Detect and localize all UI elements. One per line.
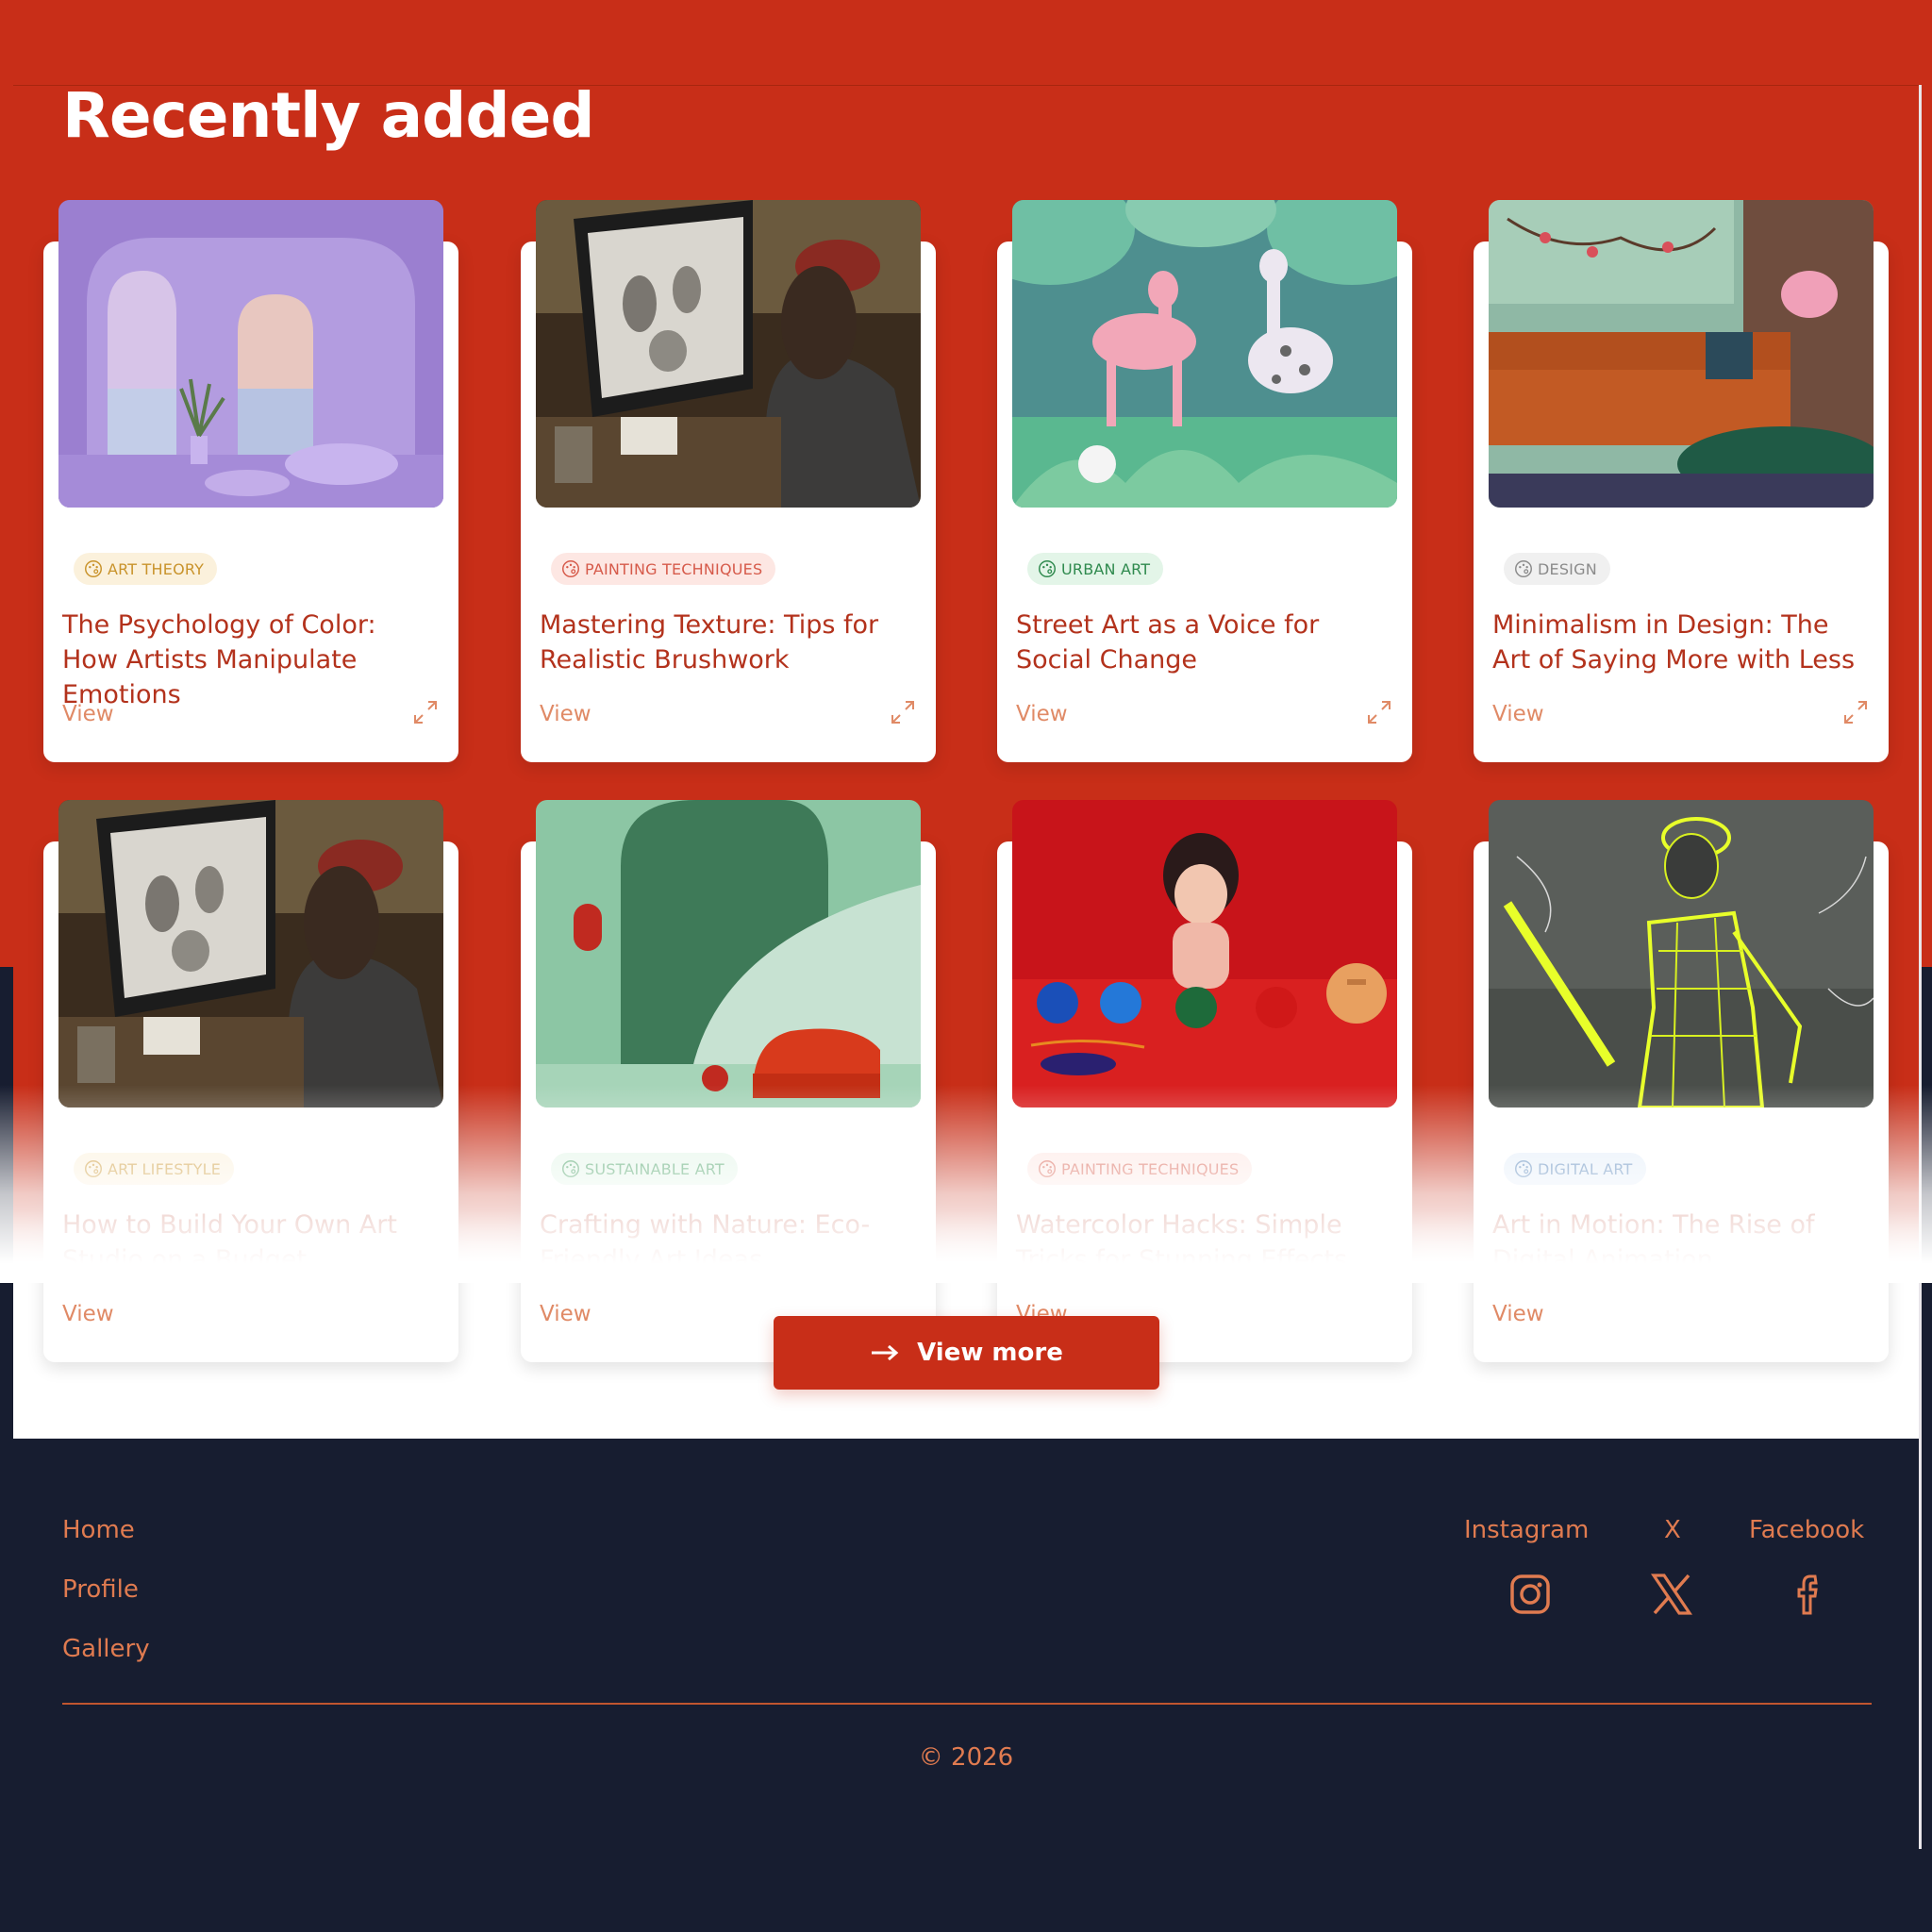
- card-title[interactable]: Mastering Texture: Tips for Realistic Br…: [540, 608, 917, 677]
- card-title[interactable]: Art in Motion: The Rise of Digital Anima…: [1492, 1208, 1870, 1277]
- article-card[interactable]: ART THEORY The Psychology of Color: How …: [43, 200, 458, 762]
- card-image[interactable]: [1489, 200, 1874, 508]
- expand-icon[interactable]: [409, 696, 441, 728]
- card-image[interactable]: [536, 800, 921, 1108]
- social-label-facebook[interactable]: Facebook: [1749, 1516, 1864, 1544]
- card-title[interactable]: Minimalism in Design: The Art of Saying …: [1492, 608, 1870, 677]
- category-badge[interactable]: ART LIFESTYLE: [74, 1153, 235, 1185]
- card-image[interactable]: [1012, 800, 1397, 1108]
- category-badge[interactable]: DESIGN: [1504, 553, 1610, 585]
- category-badge[interactable]: DIGITAL ART: [1504, 1153, 1646, 1185]
- badge-label: DIGITAL ART: [1538, 1159, 1633, 1178]
- view-link[interactable]: View: [540, 702, 591, 726]
- section-title: Recently added: [62, 79, 595, 152]
- x-icon[interactable]: [1648, 1571, 1695, 1618]
- card-title[interactable]: How to Build Your Own Art Studio on a Bu…: [62, 1208, 440, 1277]
- badge-label: PAINTING TECHNIQUES: [1061, 1159, 1240, 1178]
- card-image[interactable]: [58, 200, 443, 508]
- palette-icon: [1515, 1160, 1532, 1177]
- expand-icon[interactable]: [1840, 696, 1872, 728]
- social-label-x[interactable]: X: [1664, 1516, 1681, 1544]
- article-card[interactable]: PAINTING TECHNIQUES Watercolor Hacks: Si…: [997, 800, 1412, 1362]
- article-card[interactable]: PAINTING TECHNIQUES Mastering Texture: T…: [521, 200, 936, 762]
- palette-icon: [1039, 560, 1056, 577]
- card-image[interactable]: [58, 800, 443, 1108]
- palette-icon: [85, 1160, 102, 1177]
- badge-label: URBAN ART: [1061, 559, 1151, 578]
- article-card[interactable]: DESIGN Minimalism in Design: The Art of …: [1474, 200, 1889, 762]
- category-badge[interactable]: URBAN ART: [1027, 553, 1164, 585]
- badge-label: ART LIFESTYLE: [108, 1159, 222, 1178]
- badge-label: PAINTING TECHNIQUES: [585, 559, 763, 578]
- facebook-icon[interactable]: [1787, 1571, 1834, 1618]
- category-badge[interactable]: ART THEORY: [74, 553, 218, 585]
- scrollbar-track[interactable]: [1919, 85, 1922, 1849]
- footer-link-profile[interactable]: Profile: [62, 1575, 139, 1604]
- view-link[interactable]: View: [1492, 702, 1544, 726]
- social-label-instagram[interactable]: Instagram: [1464, 1516, 1589, 1544]
- arrow-right-icon: [872, 1344, 899, 1361]
- view-more-button[interactable]: View more: [774, 1316, 1159, 1390]
- view-link[interactable]: View: [1492, 1302, 1544, 1326]
- card-title[interactable]: Street Art as a Voice for Social Change: [1016, 608, 1393, 677]
- article-card[interactable]: SUSTAINABLE ART Crafting with Nature: Ec…: [521, 800, 936, 1362]
- footer-link-gallery[interactable]: Gallery: [62, 1635, 150, 1663]
- view-link[interactable]: View: [62, 1302, 114, 1326]
- footer-link-home[interactable]: Home: [62, 1516, 135, 1544]
- card-title[interactable]: The Psychology of Color: How Artists Man…: [62, 608, 440, 712]
- badge-label: SUSTAINABLE ART: [585, 1159, 724, 1178]
- copyright: © 2026: [918, 1743, 1014, 1772]
- view-more-label: View more: [917, 1339, 1063, 1367]
- badge-label: ART THEORY: [108, 559, 205, 578]
- article-card[interactable]: URBAN ART Street Art as a Voice for Soci…: [997, 200, 1412, 762]
- view-link[interactable]: View: [1016, 702, 1068, 726]
- palette-icon: [1039, 1160, 1056, 1177]
- category-badge[interactable]: PAINTING TECHNIQUES: [551, 553, 776, 585]
- footer-divider: [62, 1703, 1872, 1705]
- view-link[interactable]: View: [540, 1302, 591, 1326]
- view-link[interactable]: View: [62, 702, 114, 726]
- instagram-icon[interactable]: [1507, 1571, 1554, 1618]
- card-image[interactable]: [536, 200, 921, 508]
- card-image[interactable]: [1012, 200, 1397, 508]
- palette-icon: [562, 560, 579, 577]
- palette-icon: [562, 1160, 579, 1177]
- badge-label: DESIGN: [1538, 559, 1597, 578]
- article-card[interactable]: DIGITAL ART Art in Motion: The Rise of D…: [1474, 800, 1889, 1362]
- card-title[interactable]: Crafting with Nature: Eco-Friendly Art I…: [540, 1208, 917, 1277]
- expand-icon[interactable]: [887, 696, 919, 728]
- category-badge[interactable]: SUSTAINABLE ART: [551, 1153, 738, 1185]
- article-card[interactable]: ART LIFESTYLE How to Build Your Own Art …: [43, 800, 458, 1362]
- expand-icon[interactable]: [1363, 696, 1395, 728]
- palette-icon: [1515, 560, 1532, 577]
- category-badge[interactable]: PAINTING TECHNIQUES: [1027, 1153, 1253, 1185]
- card-title[interactable]: Watercolor Hacks: Simple Tricks for Stun…: [1016, 1208, 1393, 1277]
- card-image[interactable]: [1489, 800, 1874, 1108]
- palette-icon: [85, 560, 102, 577]
